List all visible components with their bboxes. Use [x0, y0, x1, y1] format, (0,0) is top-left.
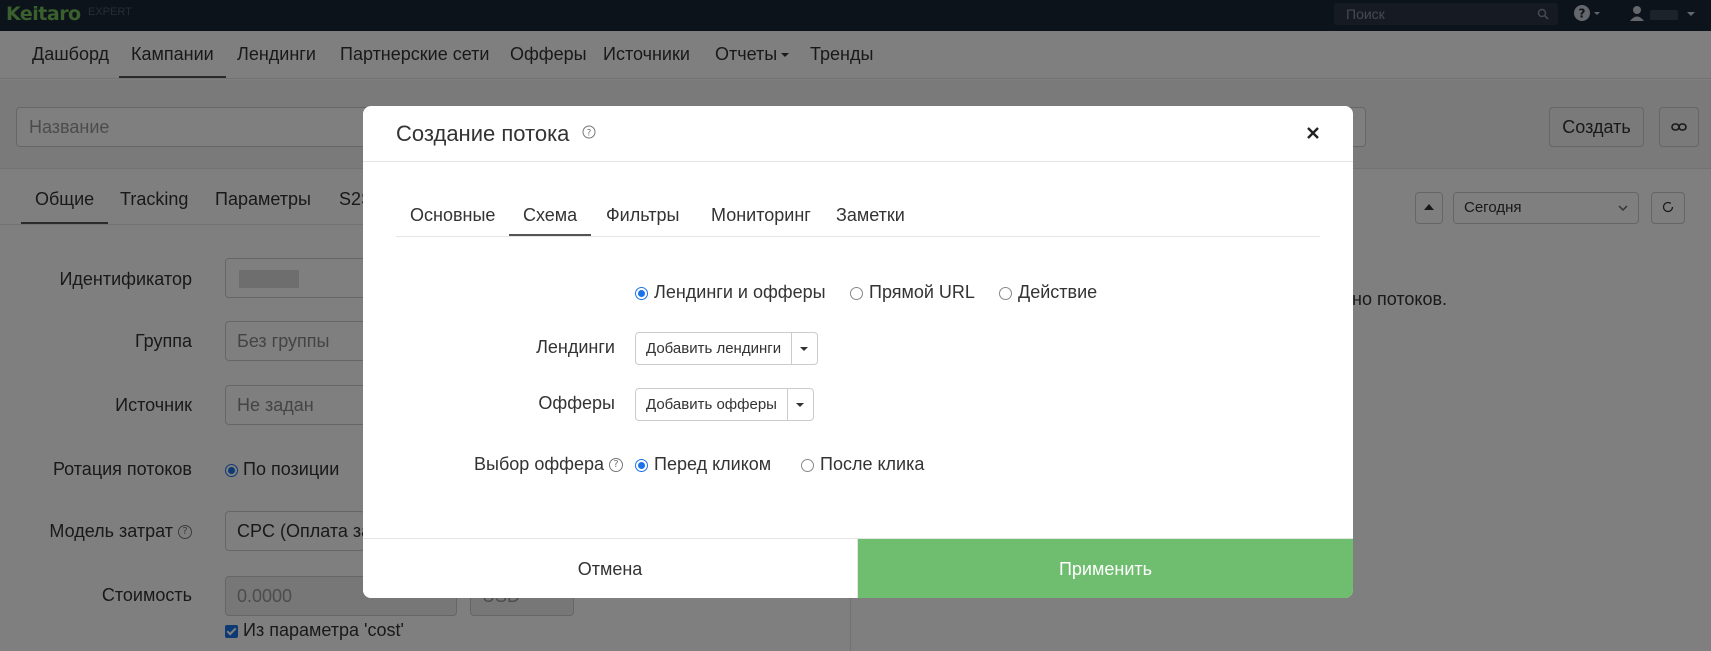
cancel-button[interactable]: Отмена	[363, 539, 858, 598]
help-icon[interactable]: ?	[609, 458, 623, 473]
radio-icon	[801, 458, 814, 472]
offer-choice-label: Выбор оффера	[474, 454, 604, 474]
add-offers-button-group: Добавить офферы	[635, 388, 814, 421]
add-landings-button-group: Добавить лендинги	[635, 332, 819, 365]
apply-button[interactable]: Применить	[858, 539, 1353, 598]
add-offers-button[interactable]: Добавить офферы	[636, 389, 788, 420]
radio-checked-icon	[635, 286, 648, 300]
help-icon[interactable]: ?	[582, 125, 596, 144]
add-offers-dropdown-toggle[interactable]	[788, 389, 813, 420]
close-button[interactable]	[1301, 121, 1325, 145]
offer-choice-option-label: Перед кликом	[654, 454, 772, 474]
add-landings-dropdown-toggle[interactable]	[792, 333, 817, 364]
schema-radio-landings-offers[interactable]: Лендинги и офферы	[635, 282, 826, 303]
offer-choice-option-label: После клика	[820, 454, 925, 474]
create-stream-modal: Создание потока ? Основные Схема Фильтры…	[363, 106, 1353, 598]
radio-icon	[999, 286, 1012, 300]
tab-schema[interactable]: Схема	[509, 198, 592, 236]
offers-label: Офферы	[538, 393, 615, 413]
modal-footer: Отмена Применить	[363, 538, 1353, 598]
radio-checked-icon	[635, 458, 648, 472]
offer-choice-after-click[interactable]: После клика	[801, 454, 924, 475]
schema-option-label: Действие	[1018, 282, 1098, 302]
tab-basic[interactable]: Основные	[396, 198, 509, 236]
schema-option-label: Прямой URL	[869, 282, 975, 302]
tab-monitoring[interactable]: Мониторинг	[697, 198, 825, 236]
offer-choice-radio-group: Перед кликом После клика	[635, 454, 1035, 476]
radio-icon	[850, 286, 863, 300]
schema-radio-group: Лендинги и офферы Прямой URL Действие	[635, 282, 1135, 304]
close-icon	[1307, 127, 1319, 139]
schema-option-label: Лендинги и офферы	[654, 282, 826, 302]
modal-tabs: Основные Схема Фильтры Мониторинг Заметк…	[396, 198, 1320, 237]
landings-label: Лендинги	[536, 337, 615, 357]
offer-choice-before-click[interactable]: Перед кликом	[635, 454, 771, 475]
schema-radio-action[interactable]: Действие	[999, 282, 1097, 303]
modal-header: Создание потока ?	[363, 106, 1353, 162]
schema-radio-direct-url[interactable]: Прямой URL	[850, 282, 975, 303]
add-landings-button[interactable]: Добавить лендинги	[636, 333, 793, 364]
tab-notes[interactable]: Заметки	[822, 198, 919, 236]
modal-title: Создание потока	[396, 121, 570, 146]
svg-text:?: ?	[587, 129, 592, 139]
offer-choice-label-wrap: Выбор оффера ?	[423, 454, 623, 475]
tab-filters[interactable]: Фильтры	[592, 198, 693, 236]
